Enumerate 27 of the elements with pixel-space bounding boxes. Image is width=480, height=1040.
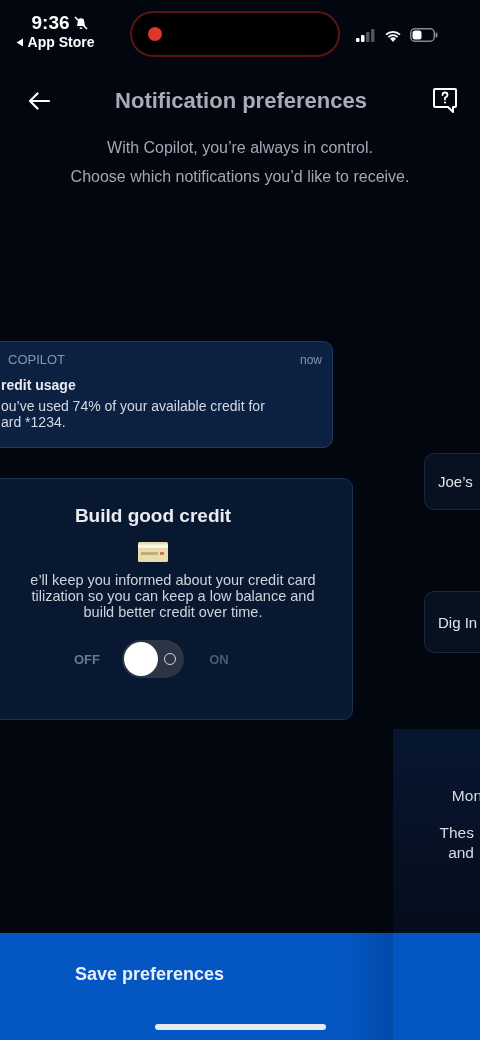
back-button[interactable] xyxy=(28,91,50,110)
notification-toggle[interactable] xyxy=(122,640,184,679)
notification-time: now xyxy=(300,352,322,367)
notification-body: ou’ve used 74% of your available credit for ard *1234. xyxy=(1,398,266,431)
feature-description: e’ll keep you informed about your credit card tilization so you can keep a low balance and build better credit over time. xyxy=(29,572,317,621)
back-to-app-link[interactable]: App Store xyxy=(15,34,95,50)
status-time: 9:36 xyxy=(31,12,70,34)
notification-title: redit usage xyxy=(1,377,77,394)
help-button[interactable] xyxy=(432,86,458,115)
toggle-off-label: OFF xyxy=(73,651,101,667)
side-panel-text: Thes and xyxy=(439,823,474,864)
credit-card-icon xyxy=(138,542,168,563)
intro-text: With Copilot, you’re always in control. Choose which notifications you’d like to receive. xyxy=(69,138,411,188)
bell-slash-icon xyxy=(72,15,89,31)
signal-icon xyxy=(356,28,376,42)
toggle-on-label: ON xyxy=(208,651,230,667)
side-card-label: Joe’s xyxy=(438,473,473,491)
screen-title: Notification preferences xyxy=(115,87,367,114)
help-chat-icon xyxy=(432,86,458,115)
recording-dot-icon xyxy=(148,27,162,41)
back-arrow-icon xyxy=(28,91,50,110)
side-card-label: Dig In xyxy=(438,613,478,631)
wifi-icon xyxy=(384,28,402,42)
back-triangle-icon xyxy=(15,37,24,47)
notification-app-name: COPILOT xyxy=(8,352,66,368)
feature-title: Build good credit xyxy=(74,505,232,528)
battery-icon xyxy=(410,28,438,42)
